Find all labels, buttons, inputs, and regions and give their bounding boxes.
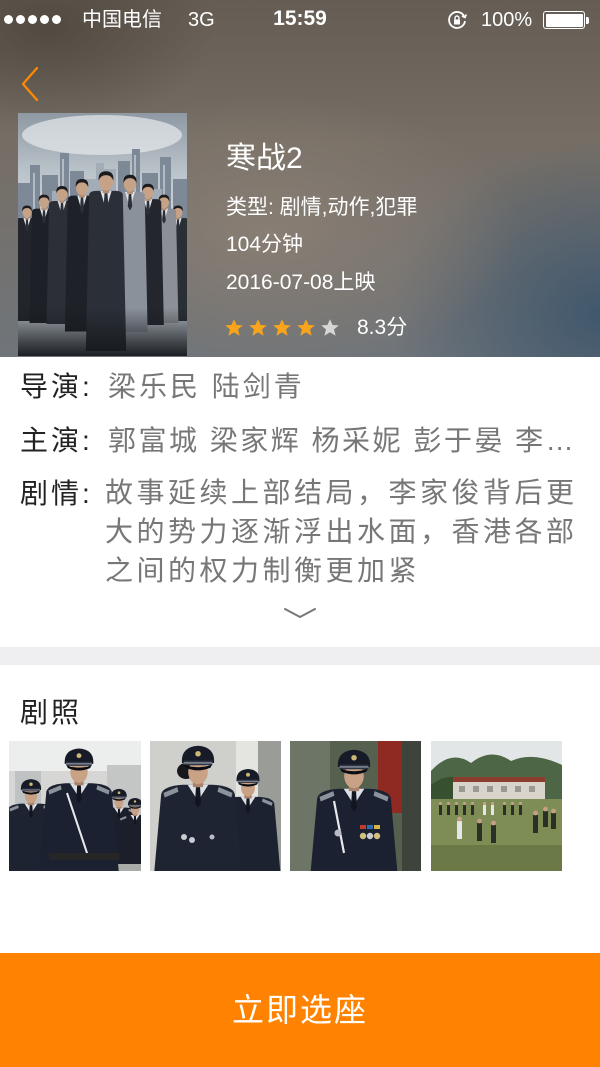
stills-title: 剧照 — [20, 697, 83, 728]
still-image — [150, 741, 281, 871]
still-image — [9, 741, 141, 871]
plot-label: 剧情: — [20, 478, 93, 509]
signal-dot — [52, 15, 61, 24]
cast-label: 主演: — [20, 425, 93, 456]
movie-release-date: 2016-07-08上映 — [226, 271, 376, 294]
signal-dot — [16, 15, 25, 24]
star-filled-icon — [225, 319, 243, 336]
expand-plot-button[interactable] — [281, 600, 319, 622]
rating-stars — [224, 318, 340, 338]
movie-detail-screen: 中国电信 3G 15:59 100% 寒战2 类型: 剧情,动作,犯罪 104分… — [0, 0, 600, 1067]
poster-image — [18, 113, 187, 356]
signal-dot — [40, 15, 49, 24]
star-empty-icon — [321, 319, 339, 336]
director-label: 导演: — [20, 371, 93, 402]
star-filled-icon — [273, 319, 291, 336]
still-photo-3[interactable] — [290, 741, 421, 871]
battery-icon — [543, 11, 585, 29]
director-value: 梁乐民 陆剑青 — [108, 371, 305, 402]
movie-rating: 8.3分 — [224, 316, 407, 340]
battery-level-fill — [545, 13, 583, 27]
network-type: 3G — [188, 9, 215, 31]
chevron-down-icon — [284, 608, 316, 618]
movie-poster — [18, 113, 187, 356]
star-filled-icon — [249, 319, 267, 336]
battery-percentage: 100% — [481, 9, 533, 31]
movie-duration: 104分钟 — [226, 233, 304, 256]
status-time: 15:59 — [273, 7, 327, 30]
cast-value: 郭富城 梁家辉 杨采妮 彭于晏 李… — [108, 425, 577, 456]
section-divider — [0, 647, 600, 665]
still-photo-1[interactable] — [9, 741, 141, 871]
movie-title: 寒战2 — [226, 142, 303, 175]
back-button[interactable] — [14, 58, 50, 104]
chevron-left-icon — [21, 66, 39, 101]
plot-summary: 故事延续上部结局，李家俊背后更大的势力逐渐浮出水面，香港各部之间的权力制衡更加紧 — [105, 477, 578, 586]
rating-score: 8.3分 — [357, 316, 408, 339]
still-image — [431, 741, 562, 871]
movie-genre: 类型: 剧情,动作,犯罪 — [226, 196, 418, 219]
signal-dot — [28, 15, 37, 24]
signal-strength — [4, 15, 61, 24]
battery-tip — [586, 17, 589, 24]
signal-dot — [4, 15, 13, 24]
star-filled-icon — [297, 319, 315, 336]
still-image — [290, 741, 421, 871]
still-photo-4[interactable] — [431, 741, 562, 871]
movie-header: 中国电信 3G 15:59 100% 寒战2 类型: 剧情,动作,犯罪 104分… — [0, 0, 600, 357]
status-bar: 中国电信 3G 15:59 100% — [0, 0, 600, 40]
select-seat-button[interactable]: 立即选座 — [0, 953, 600, 1067]
still-photo-2[interactable] — [150, 741, 281, 871]
carrier-name: 中国电信 — [82, 9, 162, 31]
orientation-lock-icon — [448, 11, 468, 29]
